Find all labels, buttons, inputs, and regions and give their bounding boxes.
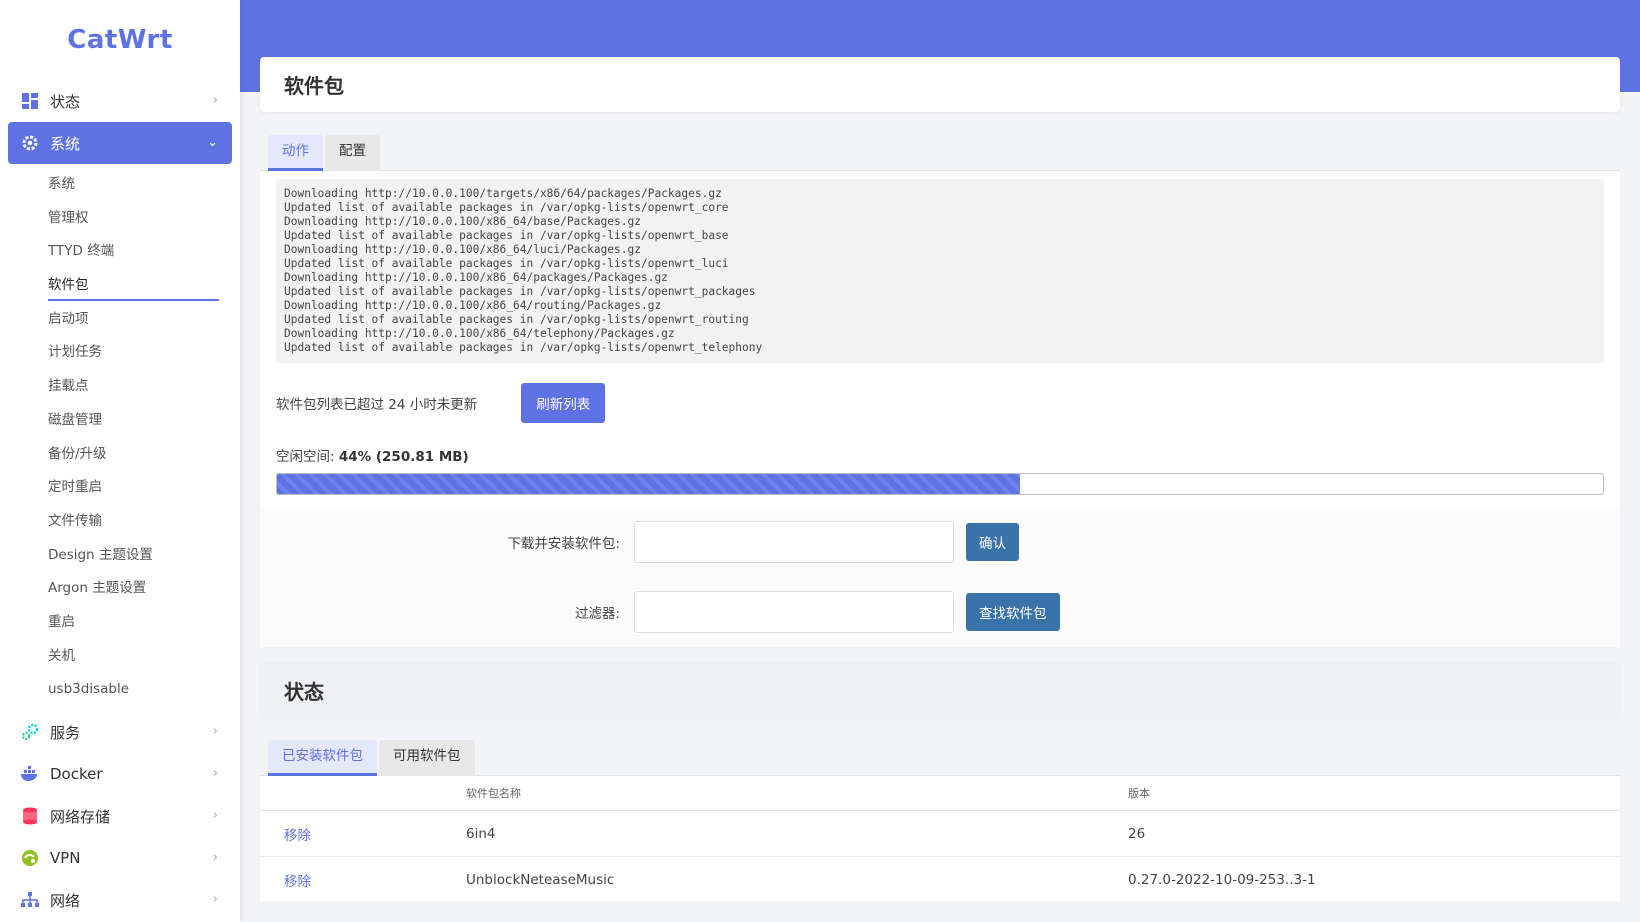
nav-services-label: 服务 (50, 723, 81, 742)
sidebar-item-design-theme[interactable]: Design 主题设置 (0, 539, 240, 573)
actions-panel: Downloading http://10.0.0.100/targets/x8… (260, 171, 1620, 509)
gear-icon (20, 133, 40, 153)
package-version: 0.27.0-2022-10-09-253..3-1 (1128, 871, 1316, 888)
opkg-log-output: Downloading http://10.0.0.100/targets/x8… (276, 179, 1604, 363)
free-space-label: 空闲空间: 44% (250.81 MB) (276, 445, 1604, 465)
find-package-button[interactable]: 查找软件包 (966, 593, 1060, 631)
nav-network-label: 网络 (50, 891, 81, 910)
services-icon (20, 722, 40, 742)
nav-system[interactable]: 系统 ⌄ (8, 122, 232, 164)
chevron-down-icon: ⌄ (207, 135, 218, 150)
sidebar-item-crontab[interactable]: 计划任务 (0, 336, 240, 370)
dashboard-icon (20, 91, 40, 111)
nav-nas[interactable]: 网络存储 › (8, 795, 232, 837)
main-content: 软件包 动作 配置 Downloading http://10.0.0.100/… (260, 57, 1620, 903)
disk-usage-fill (277, 474, 1020, 494)
sidebar-item-reboot[interactable]: 重启 (0, 606, 240, 640)
sidebar-item-usb3disable[interactable]: usb3disable (0, 673, 240, 707)
chevron-right-icon: › (212, 93, 218, 108)
nav-vpn-label: VPN (50, 849, 81, 867)
sidebar-item-backup[interactable]: 备份/升级 (0, 438, 240, 472)
remove-link[interactable]: 移除 (284, 874, 311, 890)
sidebar-item-system[interactable]: 系统 (0, 168, 240, 202)
table-header: 软件包名称 版本 (260, 776, 1620, 811)
chevron-right-icon: › (212, 850, 218, 865)
chevron-right-icon: › (212, 766, 218, 781)
package-list-tabs: 已安装软件包 可用软件包 (260, 740, 1620, 776)
chevron-right-icon: › (212, 892, 218, 907)
tab-installed-packages[interactable]: 已安装软件包 (268, 740, 377, 776)
install-package-input[interactable] (634, 521, 954, 563)
sidebar-item-disk[interactable]: 磁盘管理 (0, 404, 240, 438)
nav-status[interactable]: 状态 › (8, 80, 232, 122)
install-row: 下载并安装软件包: 确认 (260, 521, 1620, 563)
nav-system-label: 系统 (50, 134, 81, 153)
sidebar-item-poweroff[interactable]: 关机 (0, 640, 240, 674)
storage-icon (20, 806, 40, 826)
package-name: 6in4 (466, 825, 496, 842)
sidebar-item-startup[interactable]: 启动项 (0, 303, 240, 337)
disk-usage-progress (276, 473, 1604, 495)
remove-link[interactable]: 移除 (284, 828, 311, 844)
nav-docker[interactable]: Docker › (8, 753, 232, 795)
sidebar-item-ttyd[interactable]: TTYD 终端 (0, 235, 240, 269)
tab-available-packages[interactable]: 可用软件包 (379, 740, 475, 776)
filter-row: 过滤器: 查找软件包 (260, 591, 1620, 633)
install-label: 下载并安装软件包: (507, 536, 620, 552)
action-tabs: 动作 配置 (260, 135, 1620, 171)
system-submenu: 系统 管理权 TTYD 终端 软件包 启动项 计划任务 挂载点 磁盘管理 备份/… (0, 164, 240, 711)
tab-actions[interactable]: 动作 (268, 135, 323, 171)
column-header-name: 软件包名称 (466, 787, 521, 800)
vpn-icon (20, 848, 40, 868)
network-icon (20, 890, 40, 910)
sidebar-item-mounts[interactable]: 挂载点 (0, 370, 240, 404)
filter-label: 过滤器: (574, 606, 620, 622)
nav-services[interactable]: 服务 › (8, 711, 232, 753)
update-notice: 软件包列表已超过 24 小时未更新 (276, 397, 478, 413)
filter-input[interactable] (634, 591, 954, 633)
catwrt-logo[interactable]: CatWrt (0, 0, 240, 80)
confirm-button[interactable]: 确认 (966, 523, 1019, 561)
package-name: UnblockNeteaseMusic (466, 871, 615, 888)
free-space-value: 44% (250.81 MB) (338, 449, 469, 465)
column-header-version: 版本 (1128, 787, 1150, 800)
package-version: 26 (1128, 825, 1146, 842)
sidebar-item-autoreboot[interactable]: 定时重启 (0, 471, 240, 505)
status-title: 状态 (260, 663, 1620, 718)
sidebar: CatWrt 状态 › 系统 ⌄ 系统 管理权 TTYD 终端 软件包 启动项 … (0, 0, 240, 922)
docker-icon (20, 764, 40, 784)
table-row: 移除 UnblockNeteaseMusic 0.27.0-2022-10-09… (260, 857, 1620, 903)
table-row: 移除 6in4 26 (260, 811, 1620, 857)
nav-status-label: 状态 (50, 92, 81, 111)
sidebar-item-argon-theme[interactable]: Argon 主题设置 (0, 572, 240, 606)
installed-packages-table: 软件包名称 版本 移除 6in4 26 移除 UnblockNeteaseMus… (260, 776, 1620, 903)
tab-config[interactable]: 配置 (325, 135, 380, 171)
refresh-row: 软件包列表已超过 24 小时未更新 刷新列表 (276, 383, 1604, 423)
free-space-caption: 空闲空间: (276, 449, 335, 465)
nav-network[interactable]: 网络 › (8, 879, 232, 921)
nav-docker-label: Docker (50, 765, 103, 783)
page-title: 软件包 (260, 57, 1620, 112)
nav-vpn[interactable]: VPN › (8, 837, 232, 879)
chevron-right-icon: › (212, 808, 218, 823)
sidebar-item-filetransfer[interactable]: 文件传输 (0, 505, 240, 539)
nav-nas-label: 网络存储 (50, 807, 111, 826)
chevron-right-icon: › (212, 724, 218, 739)
sidebar-item-admin[interactable]: 管理权 (0, 202, 240, 236)
sidebar-item-packages[interactable]: 软件包 (0, 269, 240, 303)
package-form: 下载并安装软件包: 确认 过滤器: 查找软件包 (260, 509, 1620, 647)
refresh-list-button[interactable]: 刷新列表 (521, 383, 606, 423)
